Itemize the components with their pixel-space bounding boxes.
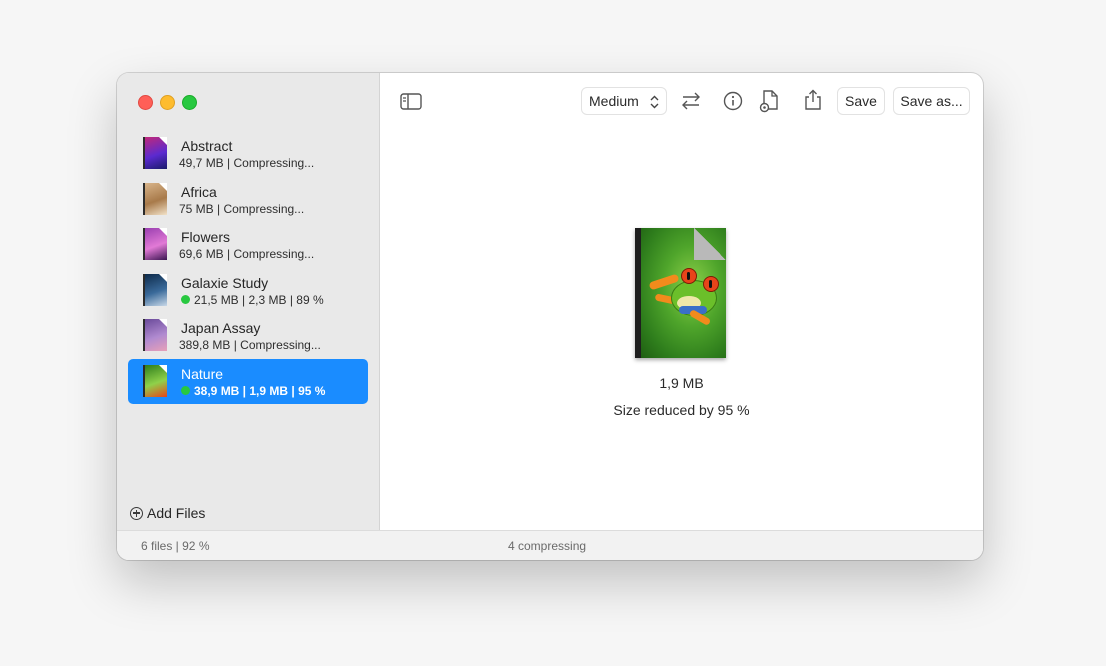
status-summary: 6 files | 92 % — [141, 539, 210, 553]
file-meta: 389,8 MB | Compressing... — [179, 338, 321, 352]
file-meta: 49,7 MB | Compressing... — [179, 156, 314, 170]
add-files-button[interactable]: Add Files — [130, 505, 205, 521]
file-list-item[interactable]: Abstract 49,7 MB | Compressing... — [128, 131, 368, 176]
file-meta: 21,5 MB | 2,3 MB | 89 % — [179, 293, 324, 307]
file-thumbnail — [143, 364, 167, 397]
status-bar: 6 files | 92 % 4 compressing — [117, 530, 983, 560]
done-status-dot — [181, 295, 190, 304]
done-status-dot — [181, 386, 190, 395]
file-list-item[interactable]: Flowers 69,6 MB | Compressing... — [128, 222, 368, 267]
app-window: Abstract 49,7 MB | Compressing... Africa 75… — [117, 73, 983, 560]
file-name: Africa — [181, 183, 217, 200]
file-name: Nature — [181, 365, 224, 382]
info-icon[interactable] — [723, 91, 743, 111]
file-list-item[interactable]: Africa 75 MB | Compressing... — [128, 177, 368, 222]
share-icon[interactable] — [803, 89, 823, 111]
document-gear-icon[interactable] — [759, 89, 781, 113]
add-files-label: Add Files — [147, 505, 206, 521]
file-thumbnail — [143, 228, 167, 260]
file-meta: 38,9 MB | 1,9 MB | 95 % — [179, 384, 325, 398]
file-meta: 75 MB | Compressing... — [179, 202, 304, 216]
file-thumbnail — [143, 137, 167, 169]
sidebar: Abstract 49,7 MB | Compressing... Africa 75… — [117, 73, 380, 530]
window-minimize-button[interactable] — [160, 95, 175, 110]
file-meta-text: 49,7 MB | Compressing... — [179, 156, 315, 170]
plus-circle-icon — [130, 506, 143, 520]
file-meta-text: 38,9 MB | 1,9 MB | 95 % — [194, 383, 326, 398]
window-maximize-button[interactable] — [182, 95, 197, 110]
file-name: Japan Assay — [181, 320, 261, 336]
file-preview-image — [635, 228, 726, 358]
file-list-item[interactable]: Galaxie Study 21,5 MB | 2,3 MB | 89 % — [128, 268, 368, 313]
file-meta-text: 75 MB | Compressing... — [179, 201, 305, 216]
file-meta-text: 21,5 MB | 2,3 MB | 89 % — [194, 292, 324, 307]
file-name: Abstract — [181, 138, 233, 154]
save-button[interactable]: Save — [837, 87, 885, 115]
file-name: Flowers — [181, 229, 231, 245]
file-thumbnail — [143, 319, 167, 351]
file-meta: 69,6 MB | Compressing... — [179, 247, 314, 261]
file-list-item[interactable]: Japan Assay 389,8 MB | Compressing... — [128, 313, 368, 358]
quality-select-value: Medium — [589, 93, 639, 109]
swap-arrows-icon[interactable] — [681, 91, 701, 111]
file-meta-text: 69,6 MB | Compressing... — [179, 247, 315, 261]
file-thumbnail — [143, 273, 167, 306]
file-meta-text: 389,8 MB | Compressing... — [179, 338, 321, 352]
status-compressing: 4 compressing — [508, 539, 587, 553]
preview-reduction: Size reduced by 95 % — [613, 402, 750, 418]
file-name: Galaxie Study — [181, 274, 269, 291]
save-as-button[interactable]: Save as... — [893, 87, 970, 115]
window-close-button[interactable] — [138, 95, 153, 110]
preview-size: 1,9 MB — [659, 375, 704, 391]
file-list-item[interactable]: Nature 38,9 MB | 1,9 MB | 95 % — [128, 358, 368, 404]
sidebar-toggle-icon[interactable] — [400, 93, 422, 110]
quality-select[interactable]: Medium — [581, 87, 667, 115]
chevron-updown-icon — [650, 95, 659, 109]
file-thumbnail — [143, 182, 167, 215]
